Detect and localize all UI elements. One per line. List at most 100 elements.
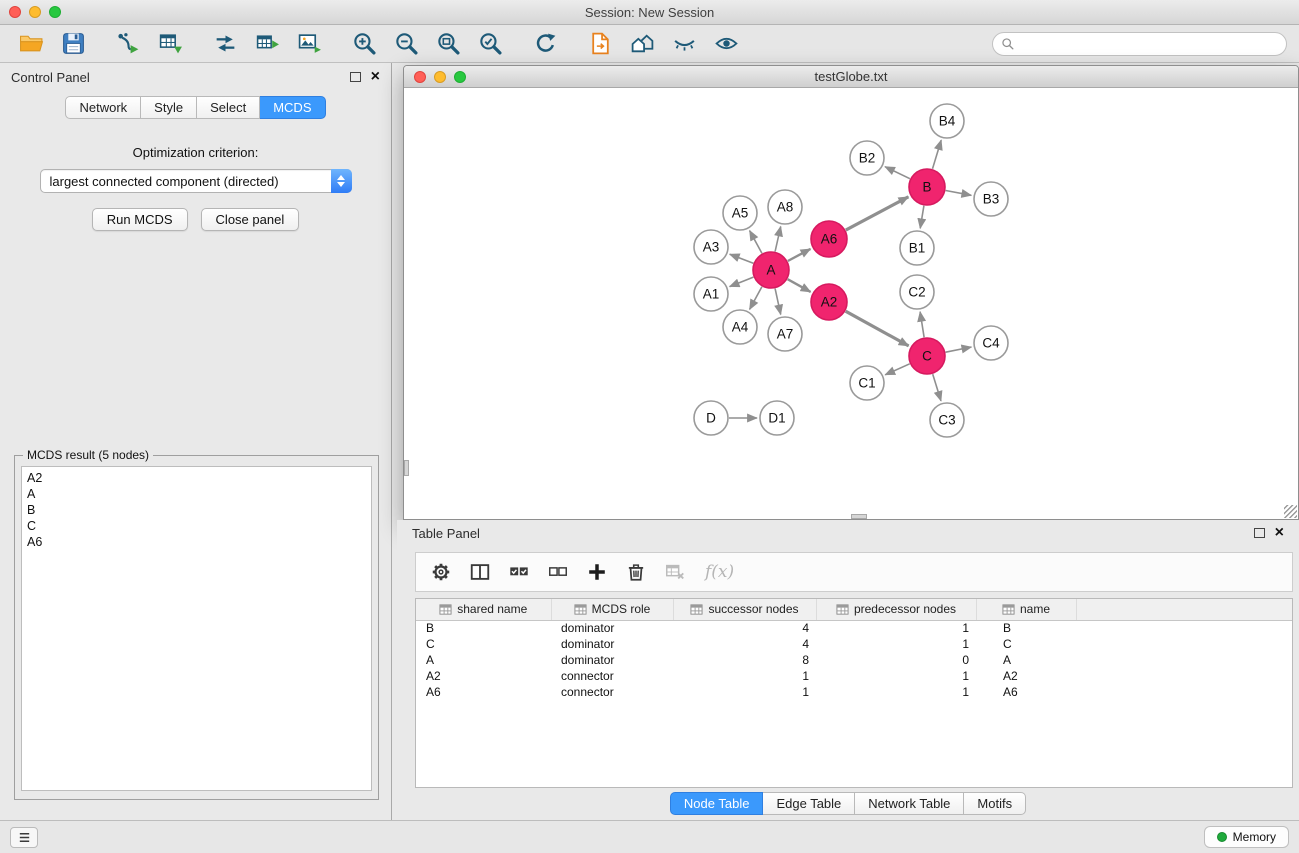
choose-columns-button[interactable] (463, 556, 497, 588)
float-panel-icon[interactable] (350, 72, 361, 82)
table-cell[interactable]: 1 (673, 668, 816, 684)
edge-A6-B[interactable] (846, 197, 909, 230)
deselect-all-rows-button[interactable] (541, 556, 575, 588)
node-B2[interactable]: B2 (850, 141, 884, 175)
edge-A-A8[interactable] (775, 227, 781, 252)
close-panel-icon[interactable]: × (371, 71, 380, 83)
table-cell[interactable]: dominator (551, 620, 673, 636)
column-header-shared-name[interactable]: shared name (416, 599, 551, 620)
node-A7[interactable]: A7 (768, 317, 802, 351)
node-C1[interactable]: C1 (850, 366, 884, 400)
edge-B-B3[interactable] (946, 191, 972, 196)
table-cell[interactable]: connector (551, 668, 673, 684)
table-tab-edge-table[interactable]: Edge Table (763, 792, 855, 815)
import-network-button[interactable] (111, 28, 145, 60)
resize-grip-left[interactable] (404, 460, 409, 476)
control-tab-style[interactable]: Style (141, 96, 197, 119)
node-B3[interactable]: B3 (974, 182, 1008, 216)
zoom-fit-button[interactable] (431, 28, 465, 60)
table-cell[interactable]: A (416, 652, 551, 668)
export-table-button[interactable] (250, 28, 284, 60)
select-all-rows-button[interactable] (502, 556, 536, 588)
table-cell[interactable]: 1 (816, 636, 976, 652)
orange-document-button[interactable] (583, 28, 617, 60)
column-header-predecessor-nodes[interactable]: predecessor nodes (816, 599, 976, 620)
column-header-name[interactable]: name (976, 599, 1076, 620)
node-A8[interactable]: A8 (768, 190, 802, 224)
panel-menu-button[interactable] (10, 827, 38, 848)
home-button[interactable] (625, 28, 659, 60)
import-table-button[interactable] (153, 28, 187, 60)
add-column-button[interactable] (580, 556, 614, 588)
table-cell[interactable]: A2 (416, 668, 551, 684)
edge-A-A6[interactable] (788, 249, 811, 261)
export-network-button[interactable] (208, 28, 242, 60)
table-cell[interactable]: A6 (976, 684, 1076, 700)
column-header-mcds-role[interactable]: MCDS role (551, 599, 673, 620)
edge-A-A1[interactable] (730, 277, 754, 287)
delete-rows-button[interactable] (619, 556, 653, 588)
table-cell[interactable]: A6 (416, 684, 551, 700)
mcds-result-list[interactable]: A2ABCA6 (21, 466, 372, 791)
table-settings-button[interactable] (424, 556, 458, 588)
table-tab-motifs[interactable]: Motifs (964, 792, 1026, 815)
table-cell[interactable]: C (976, 636, 1076, 652)
edge-A-A4[interactable] (750, 287, 762, 310)
table-cell[interactable]: 1 (816, 684, 976, 700)
table-row[interactable]: Bdominator41B (416, 620, 1292, 636)
edge-B-B4[interactable] (933, 140, 942, 169)
optimization-criterion-select[interactable]: largest connected component (directed) (40, 169, 352, 193)
table-row[interactable]: Adominator80A (416, 652, 1292, 668)
edge-A-A7[interactable] (775, 289, 781, 315)
node-A4[interactable]: A4 (723, 310, 757, 344)
node-A[interactable]: A (753, 252, 789, 288)
float-table-panel-icon[interactable] (1254, 528, 1265, 538)
node-D[interactable]: D (694, 401, 728, 435)
resize-grip-bottom[interactable] (851, 514, 867, 519)
delete-table-disabled-button[interactable] (658, 556, 692, 588)
node-B4[interactable]: B4 (930, 104, 964, 138)
edge-A-A5[interactable] (750, 231, 762, 254)
save-session-button[interactable] (56, 28, 90, 60)
control-tab-mcds[interactable]: MCDS (260, 96, 325, 119)
run-mcds-button[interactable]: Run MCDS (92, 208, 188, 231)
memory-button[interactable]: Memory (1204, 826, 1289, 848)
minimize-window-button[interactable] (29, 6, 41, 18)
node-A1[interactable]: A1 (694, 277, 728, 311)
table-cell[interactable]: dominator (551, 652, 673, 668)
resize-grip-corner[interactable] (1284, 505, 1297, 518)
network-zoom-button[interactable] (454, 71, 466, 83)
table-row[interactable]: A2connector11A2 (416, 668, 1292, 684)
search-input[interactable] (992, 32, 1287, 56)
edge-C-C2[interactable] (920, 312, 924, 337)
edge-B-B2[interactable] (885, 167, 910, 179)
open-file-button[interactable] (14, 28, 48, 60)
table-cell[interactable]: 4 (673, 620, 816, 636)
network-canvas[interactable]: B4B2BB3A5A8A6B1A3AC2A1A2A4A7C4CC1C3DD1 (404, 88, 1298, 519)
table-tab-node-table[interactable]: Node Table (670, 792, 764, 815)
node-B[interactable]: B (909, 169, 945, 205)
table-cell[interactable]: 0 (816, 652, 976, 668)
table-row[interactable]: A6connector11A6 (416, 684, 1292, 700)
function-builder-button[interactable]: f(x) (705, 562, 734, 582)
export-image-button[interactable] (292, 28, 326, 60)
show-graphics-details-button[interactable] (709, 28, 743, 60)
node-C[interactable]: C (909, 338, 945, 374)
node-C3[interactable]: C3 (930, 403, 964, 437)
table-cell[interactable]: B (976, 620, 1076, 636)
column-header-successor-nodes[interactable]: successor nodes (673, 599, 816, 620)
control-tab-select[interactable]: Select (197, 96, 260, 119)
table-cell[interactable]: 8 (673, 652, 816, 668)
node-A5[interactable]: A5 (723, 196, 757, 230)
network-close-button[interactable] (414, 71, 426, 83)
table-cell[interactable]: dominator (551, 636, 673, 652)
table-cell[interactable]: 4 (673, 636, 816, 652)
control-tab-network[interactable]: Network (65, 96, 141, 119)
node-C4[interactable]: C4 (974, 326, 1008, 360)
network-window-titlebar[interactable]: testGlobe.txt (404, 66, 1298, 88)
edge-A-A2[interactable] (788, 279, 811, 292)
edge-B-B1[interactable] (920, 206, 924, 229)
node-B1[interactable]: B1 (900, 231, 934, 265)
mcds-result-item[interactable]: C (27, 518, 366, 534)
table-cell[interactable]: 1 (816, 620, 976, 636)
